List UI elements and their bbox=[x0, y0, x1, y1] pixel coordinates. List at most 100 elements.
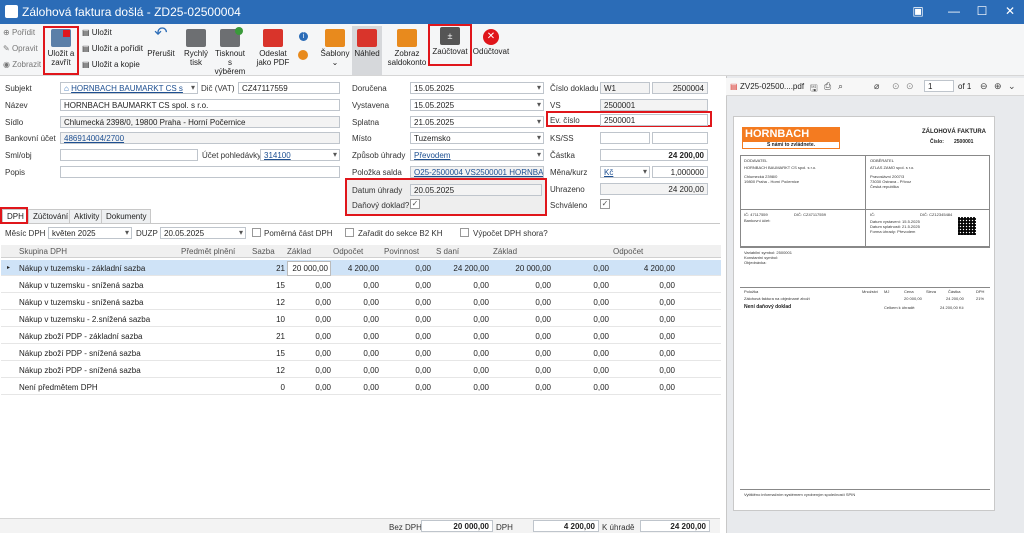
saldo-field[interactable]: O25-2500004 VS2500001 HORNBACH I bbox=[410, 166, 544, 178]
bank-account-field[interactable]: 486914004/2700 bbox=[60, 132, 340, 144]
pdf-find-icon[interactable]: ⌕ bbox=[838, 81, 843, 92]
smlobj-field[interactable] bbox=[60, 149, 198, 161]
subjekt-field[interactable]: ⌂ HORNBACH BAUMARKT CS s bbox=[60, 82, 198, 94]
popis-field[interactable] bbox=[60, 166, 340, 178]
status-icon[interactable] bbox=[298, 50, 308, 60]
tab-aktivity[interactable]: Aktivity bbox=[69, 209, 105, 223]
maximize-button[interactable]: ☐ bbox=[972, 4, 992, 18]
table-row[interactable]: Nákup zboží PDP - základní sazba 21 0,00 0,… bbox=[1, 328, 721, 344]
pdf-print-icon[interactable]: ⎙ bbox=[824, 81, 831, 92]
danovy-doklad-label: Daňový doklad? bbox=[352, 201, 410, 210]
receivable-account-field[interactable]: 314100 bbox=[260, 149, 340, 161]
col-odpocet[interactable]: Odpočet bbox=[333, 247, 363, 256]
uhrazeno-field[interactable]: 24 200,00 bbox=[600, 183, 708, 195]
table-row[interactable]: Nákup v tuzemsku - 2.snížená sazba 10 0,00… bbox=[1, 311, 721, 327]
table-cell[interactable]: 20 000,00 bbox=[287, 261, 331, 276]
col-predmet[interactable]: Předmět plnění bbox=[181, 247, 235, 256]
pdf-zoom-dropdown-icon[interactable]: ⌄ bbox=[1008, 81, 1016, 92]
mesic-dph-field[interactable]: květen 2025 bbox=[48, 227, 132, 239]
table-cell: 0,00 bbox=[415, 332, 431, 341]
table-cell: 0,00 bbox=[593, 383, 609, 392]
ev-cislo-field[interactable]: 2500001 bbox=[600, 114, 708, 126]
post-button[interactable]: ± Zaúčtovat bbox=[430, 27, 470, 56]
datum-uhrady-field[interactable]: 20.05.2025 bbox=[410, 184, 542, 196]
dic-label: Dič (VAT) bbox=[201, 84, 235, 93]
table-row[interactable]: ▸ Nákup v tuzemsku - základní sazba 21 20 0… bbox=[1, 260, 721, 276]
save-copy-button[interactable]: ▤ Uložit a kopie bbox=[82, 60, 140, 69]
col-povinnost[interactable]: Povinnost bbox=[384, 247, 419, 256]
interrupt-button[interactable]: ↶ Přerušit bbox=[144, 26, 178, 59]
vystavena-field[interactable]: 15.05.2025 bbox=[410, 99, 544, 111]
save-button[interactable]: ▤ Uložit bbox=[82, 28, 112, 37]
pdf-zoom-in-icon[interactable]: ⊕ bbox=[994, 81, 1002, 92]
danovy-doklad-checkbox[interactable]: ✓ bbox=[410, 199, 420, 209]
pdf-parties-divider bbox=[865, 155, 866, 247]
mena-field[interactable]: Kč bbox=[600, 166, 650, 178]
pdf-sum-label: Není daňový doklad bbox=[744, 304, 792, 310]
sidlo-field[interactable]: Chlumecká 2398/0, 19800 Praha - Horní Po… bbox=[60, 116, 340, 128]
save-new-button[interactable]: ▤ Uložit a pořídit bbox=[82, 44, 143, 53]
new-button[interactable]: ⊕ Pořídit bbox=[3, 28, 35, 37]
dorucena-field[interactable]: 15.05.2025 bbox=[410, 82, 544, 94]
col-zaklad2[interactable]: Základ bbox=[493, 247, 517, 256]
table-cell: Nákup v tuzemsku - snížená sazba bbox=[19, 298, 144, 307]
pdf-page-input[interactable]: 1 bbox=[924, 80, 954, 92]
col-sazba[interactable]: Sazba bbox=[252, 247, 275, 256]
ss-field[interactable] bbox=[652, 132, 708, 144]
tab-zuctovani[interactable]: Zúčtování bbox=[28, 209, 74, 223]
pomerna-checkbox[interactable] bbox=[252, 228, 261, 237]
cislo-field[interactable]: 2500004 bbox=[652, 82, 708, 94]
schvaleno-checkbox[interactable]: ✓ bbox=[600, 199, 610, 209]
nazev-field[interactable]: HORNBACH BAUMARKT CS spol. s r.o. bbox=[60, 99, 340, 111]
kurz-field[interactable]: 1,000000 bbox=[652, 166, 708, 178]
table-row[interactable]: Nákup zboží PDP - snížená sazba 15 0,00 0,0… bbox=[1, 345, 721, 361]
edit-button[interactable]: ✎ Opravit bbox=[3, 44, 38, 53]
quick-print-button[interactable]: Rychlý tisk bbox=[181, 29, 211, 67]
table-row[interactable]: Nákup zboží PDP - snížená sazba 12 0,00 0,0… bbox=[1, 362, 721, 378]
castka-field[interactable]: 24 200,00 bbox=[600, 149, 708, 161]
preview-button[interactable]: Náhled bbox=[352, 26, 382, 75]
pdf-prev-page-icon[interactable]: ⊙ bbox=[892, 81, 900, 92]
ks-field[interactable] bbox=[600, 132, 650, 144]
view-button[interactable]: ◉ Zobrazit bbox=[3, 60, 41, 69]
save-close-button[interactable]: Uložit a zavřít bbox=[45, 29, 77, 67]
pdf-attach-icon[interactable]: ⌀ bbox=[874, 81, 879, 92]
print-selection-button[interactable]: Tisknout s výběrem bbox=[212, 27, 248, 76]
col-skupina[interactable]: Skupina DPH bbox=[19, 247, 67, 256]
tab-dokumenty[interactable]: Dokumenty bbox=[101, 209, 152, 223]
col-sdani[interactable]: S daní bbox=[436, 247, 459, 256]
templates-button[interactable]: Šablony ⌄ bbox=[318, 29, 352, 67]
show-saldo-button[interactable]: Zobraz saldokonto bbox=[387, 29, 427, 67]
table-cell: 0 bbox=[280, 383, 285, 392]
table-cell: 0,00 bbox=[363, 366, 379, 375]
pdf-next-page-icon[interactable]: ⊙ bbox=[906, 81, 914, 92]
send-pdf-button[interactable]: Odeslat jako PDF bbox=[255, 29, 291, 67]
dic-field[interactable]: CZ47117559 bbox=[238, 82, 340, 94]
duzp-field[interactable]: 20.05.2025 bbox=[160, 227, 246, 239]
pdf-filename[interactable]: ZV25-02500....pdf bbox=[740, 82, 804, 91]
zaradit-checkbox[interactable] bbox=[345, 228, 354, 237]
cislo-series-field[interactable]: W1 bbox=[600, 82, 650, 94]
col-zaklad[interactable]: Základ bbox=[287, 247, 311, 256]
restore-icon[interactable]: ▣ bbox=[908, 4, 928, 18]
info-icon[interactable]: i bbox=[299, 32, 308, 41]
unpost-button[interactable]: ✕ Odúčtovat bbox=[471, 29, 511, 56]
zpusob-field[interactable]: Převodem bbox=[410, 149, 544, 161]
close-button[interactable]: ✕ bbox=[1000, 4, 1020, 18]
col-odpocet2[interactable]: Odpočet bbox=[613, 247, 643, 256]
table-row[interactable]: Nákup v tuzemsku - snížená sazba 15 0,00 0,… bbox=[1, 277, 721, 293]
table-row[interactable]: Není předmětem DPH 0 0,00 0,00 0,00 0,00 0,00 0… bbox=[1, 379, 721, 395]
pdf-zoom-out-icon[interactable]: ⊖ bbox=[980, 81, 988, 92]
vypocet-checkbox[interactable] bbox=[460, 228, 469, 237]
schvaleno-label: Schváleno bbox=[550, 201, 588, 210]
misto-field[interactable]: Tuzemsko bbox=[410, 132, 544, 144]
table-cell: 0,00 bbox=[659, 298, 675, 307]
table-row[interactable]: Nákup v tuzemsku - snížená sazba 12 0,00 0,… bbox=[1, 294, 721, 310]
pdf-save-icon[interactable]: 🖫 bbox=[810, 81, 818, 97]
pdf-pay-label: Forma úhrady: bbox=[870, 229, 897, 234]
minimize-button[interactable]: — bbox=[944, 4, 964, 18]
splatna-field[interactable]: 21.05.2025 bbox=[410, 116, 544, 128]
vs-field[interactable]: 2500001 bbox=[600, 99, 708, 111]
mesic-dph-label: Měsíc DPH bbox=[5, 229, 46, 238]
pdf-item-hdr-1: Množství bbox=[862, 289, 879, 294]
